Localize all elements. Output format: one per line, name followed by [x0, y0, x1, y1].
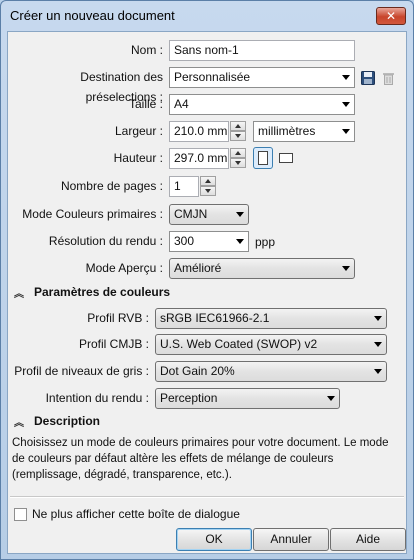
ok-button[interactable]: OK	[176, 528, 252, 551]
chevron-down-icon	[374, 342, 382, 347]
name-input[interactable]: Sans nom-1	[169, 40, 355, 61]
size-select[interactable]: A4	[169, 94, 355, 115]
cmyk-profile-label: Profil CMJB :	[78, 337, 149, 351]
size-value: A4	[174, 97, 189, 111]
description-toggle[interactable]: ︽ Description	[14, 413, 214, 431]
rgb-profile-select[interactable]: sRGB IEC61966-2.1	[155, 308, 387, 329]
resolution-value: 300	[174, 234, 195, 248]
preset-destination-select[interactable]: Personnalisée	[169, 67, 355, 88]
chevron-down-icon	[342, 102, 350, 107]
width-label: Largeur :	[114, 124, 163, 138]
portrait-button[interactable]	[253, 147, 273, 169]
unit-value: millimètres	[258, 124, 316, 138]
dont-show-again-label: Ne plus afficher cette boîte de dialogue	[32, 507, 240, 521]
spin-up-icon[interactable]	[200, 176, 216, 186]
rgb-profile-label: Profil RVB :	[87, 311, 149, 325]
dont-show-again-checkbox[interactable]	[14, 508, 27, 521]
description-text: Choisissez un mode de couleurs primaires…	[12, 437, 389, 481]
width-stepper[interactable]	[230, 121, 246, 142]
trash-icon	[382, 72, 394, 85]
resolution-unit: ppp	[255, 235, 276, 249]
save-preset-button[interactable]	[359, 67, 377, 88]
landscape-button[interactable]	[276, 147, 296, 169]
rendering-intent-label: Intention du rendu :	[45, 391, 149, 405]
width-input[interactable]: 210.0 mm	[169, 121, 229, 142]
preset-destination-value: Personnalisée	[174, 70, 251, 84]
name-label: Nom :	[130, 43, 163, 57]
rgb-profile-value: sRGB IEC61966-2.1	[160, 311, 270, 325]
cancel-button[interactable]: Annuler	[253, 528, 329, 551]
help-button[interactable]: Aide	[330, 528, 406, 551]
color-settings-title: Paramètres de couleurs	[34, 285, 171, 299]
portrait-page-icon	[258, 151, 268, 165]
page-count-input[interactable]: 1	[169, 176, 199, 197]
size-label: Taille :	[128, 97, 163, 111]
chevron-down-icon	[236, 212, 244, 217]
chevron-down-icon	[342, 129, 350, 134]
chevron-collapse-icon: ︽	[14, 289, 24, 300]
rendering-intent-select[interactable]: Perception	[155, 388, 340, 409]
chevron-down-icon	[342, 266, 350, 271]
dialog-body: Nom : Sans nom-1 Destination des présele…	[7, 31, 407, 554]
close-button[interactable]: ✕	[376, 7, 406, 25]
grayscale-profile-label: Profil de niveaux de gris :	[14, 364, 149, 378]
spin-up-icon[interactable]	[230, 148, 246, 158]
save-icon	[361, 70, 375, 85]
delete-preset-button[interactable]	[379, 67, 397, 88]
page-count-stepper[interactable]	[200, 176, 216, 197]
footer-divider	[10, 496, 404, 498]
spin-down-icon[interactable]	[230, 131, 246, 141]
color-mode-value: CMJN	[174, 207, 208, 221]
chevron-down-icon	[342, 75, 350, 80]
spin-down-icon[interactable]	[200, 186, 216, 196]
resolution-label: Résolution du rendu :	[48, 234, 163, 248]
unit-select[interactable]: millimètres	[253, 121, 355, 142]
color-mode-select[interactable]: CMJN	[169, 204, 249, 225]
chevron-down-icon	[236, 239, 244, 244]
height-label: Hauteur :	[113, 151, 163, 165]
description-title: Description	[34, 414, 101, 428]
preview-mode-select[interactable]: Amélioré	[169, 258, 355, 279]
chevron-down-icon	[374, 369, 382, 374]
title-bar[interactable]: Créer un nouveau document ✕	[1, 1, 413, 31]
chevron-collapse-icon: ︽	[14, 418, 24, 429]
cmyk-profile-select[interactable]: U.S. Web Coated (SWOP) v2	[155, 334, 387, 355]
grayscale-profile-value: Dot Gain 20%	[160, 364, 235, 378]
height-stepper[interactable]	[230, 148, 246, 169]
landscape-page-icon	[279, 153, 293, 163]
chevron-down-icon	[374, 316, 382, 321]
chevron-down-icon	[327, 396, 335, 401]
spin-down-icon[interactable]	[230, 158, 246, 168]
preview-mode-value: Amélioré	[174, 261, 222, 275]
dont-show-again-option[interactable]: Ne plus afficher cette boîte de dialogue	[14, 507, 274, 523]
close-icon: ✕	[385, 9, 397, 23]
spin-up-icon[interactable]	[230, 121, 246, 131]
window-title: Créer un nouveau document	[10, 8, 175, 23]
height-input[interactable]: 297.0 mm	[169, 148, 229, 169]
rendering-intent-value: Perception	[160, 391, 218, 405]
preview-mode-label: Mode Aperçu :	[85, 261, 163, 275]
resolution-combo[interactable]: 300	[169, 231, 249, 252]
cmyk-profile-value: U.S. Web Coated (SWOP) v2	[160, 337, 318, 351]
grayscale-profile-select[interactable]: Dot Gain 20%	[155, 361, 387, 382]
color-settings-toggle[interactable]: ︽ Paramètres de couleurs	[14, 284, 214, 302]
page-count-label: Nombre de pages :	[60, 179, 163, 193]
dialog-window: Créer un nouveau document ✕ Nom : Sans n…	[0, 0, 414, 560]
color-mode-label: Mode Couleurs primaires :	[22, 207, 163, 221]
